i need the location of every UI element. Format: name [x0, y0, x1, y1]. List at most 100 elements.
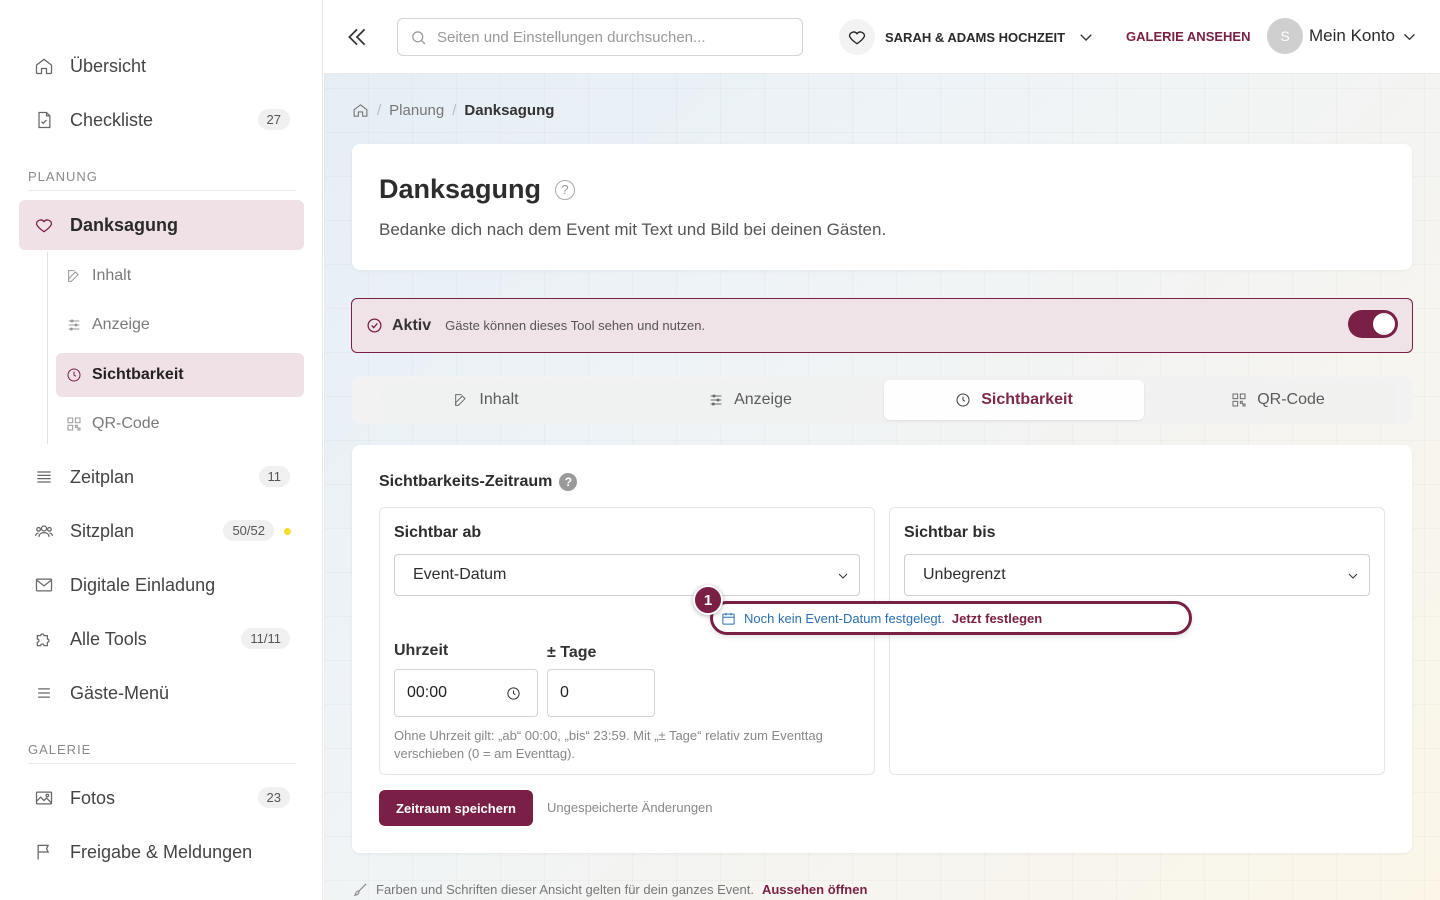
section-label-planning: PLANUNG — [28, 169, 296, 191]
avatar: S — [1267, 18, 1303, 54]
set-event-date-link[interactable]: Jetzt festlegen — [952, 611, 1042, 626]
collapse-sidebar-icon[interactable] — [344, 24, 370, 50]
sidebar-item-label: Sitzplan — [70, 520, 135, 541]
sidebar-item-checklist[interactable]: Checkliste 27 — [19, 95, 304, 145]
tab-anzeige[interactable]: Anzeige — [620, 380, 880, 420]
sidebar-item-digitale-einladung[interactable]: Digitale Einladung — [19, 560, 304, 610]
breadcrumb-parent[interactable]: Planung — [389, 102, 444, 119]
sliders-icon — [710, 394, 722, 406]
visibility-title-row: Sichtbarkeits-Zeitraum ? — [379, 473, 578, 491]
sidebar-subitem-sichtbarkeit[interactable]: Sichtbarkeit — [56, 353, 304, 397]
count-badge: 50/52 — [223, 520, 274, 541]
active-toggle[interactable] — [1348, 310, 1398, 338]
sidebar-subitem-anzeige[interactable]: Anzeige — [56, 303, 304, 347]
count-badge: 27 — [257, 109, 290, 130]
visible-from-select[interactable]: Event-Datum — [394, 554, 860, 596]
search-icon — [412, 30, 426, 44]
page-title-row: Danksagung ? — [379, 174, 576, 205]
tab-qr-code[interactable]: QR-Code — [1148, 380, 1408, 420]
section-label-gallery: GALERIE — [28, 742, 296, 764]
sidebar-item-freigabe[interactable]: Freigabe & Meldungen — [19, 827, 304, 877]
account-menu[interactable]: S Mein Konto — [1267, 18, 1418, 54]
home-icon[interactable] — [352, 102, 369, 119]
sidebar-item-overview[interactable]: Übersicht — [19, 41, 304, 91]
view-gallery-link[interactable]: GALERIE ANSEHEN — [1126, 29, 1250, 44]
time-label: Uhrzeit — [394, 642, 449, 659]
brush-icon — [353, 883, 367, 896]
sidebar-item-danksagung[interactable]: Danksagung — [19, 200, 304, 250]
clock-icon — [67, 368, 81, 382]
sidebar-subitem-inhalt[interactable]: Inhalt — [56, 254, 304, 298]
home-icon — [33, 55, 55, 77]
help-icon[interactable]: ? — [555, 179, 576, 200]
time-hint: Ohne Uhrzeit gilt: „ab“ 00:00, „bis“ 23:… — [394, 728, 823, 761]
help-icon[interactable]: ? — [559, 473, 578, 491]
edit-icon — [68, 270, 79, 282]
sidebar-item-label: Digitale Einladung — [70, 574, 216, 595]
breadcrumb-current: Danksagung — [464, 102, 555, 119]
time-input[interactable]: 00:00 — [394, 669, 538, 717]
main-area: SARAH & ADAMS HOCHZEIT GALERIE ANSEHEN S… — [324, 0, 1440, 900]
heart-icon — [33, 214, 55, 236]
unsaved-changes-label: Ungespeicherte Änderungen — [547, 800, 713, 815]
search-box[interactable] — [397, 18, 803, 56]
footer-text: Farben und Schriften dieser Ansicht gelt… — [376, 882, 754, 897]
visible-from-panel: Sichtbar ab Event-Datum Uhrzeit ± Tage 0… — [379, 507, 875, 775]
notice-message: Noch kein Event-Datum festgelegt. — [744, 610, 945, 626]
visible-until-panel: Sichtbar bis Unbegrenzt — [889, 507, 1385, 775]
sidebar-subitem-qr-code[interactable]: QR-Code — [56, 402, 304, 446]
edit-icon — [455, 394, 467, 406]
days-value: 0 — [560, 684, 569, 701]
sidebar-item-label: Danksagung — [70, 214, 179, 235]
no-event-date-notice: Noch kein Event-Datum festgelegt. Jetzt … — [710, 601, 1192, 635]
clock-icon — [956, 393, 970, 407]
visible-until-select[interactable]: Unbegrenzt — [904, 554, 1370, 596]
event-selector[interactable]: SARAH & ADAMS HOCHZEIT — [839, 18, 1095, 56]
check-circle-icon — [367, 318, 382, 333]
sidebar-item-label: Freigabe & Meldungen — [70, 841, 253, 862]
days-label: ± Tage — [547, 644, 597, 661]
sidebar-item-zeitplan[interactable]: Zeitplan 11 — [19, 452, 304, 502]
time-value: 00:00 — [407, 684, 448, 701]
chevron-down-icon — [838, 573, 848, 579]
tab-sichtbarkeit[interactable]: Sichtbarkeit — [884, 380, 1144, 420]
save-period-button[interactable]: Zeitraum speichern — [379, 790, 533, 826]
visible-from-value: Event-Datum — [413, 566, 507, 583]
count-badge: 11 — [258, 466, 290, 487]
header-card: Danksagung ? Bedanke dich nach dem Event… — [352, 144, 1412, 270]
sidebar-item-label: Fotos — [70, 787, 116, 808]
count-badge: 23 — [257, 787, 290, 808]
users-icon — [33, 520, 55, 542]
footer-note: Farben und Schriften dieser Ansicht gelt… — [352, 881, 867, 898]
sidebar-subitem-label: Inhalt — [92, 267, 132, 284]
status-dot — [284, 528, 291, 535]
visible-from-title: Sichtbar ab — [394, 524, 482, 541]
tab-label: QR-Code — [1257, 391, 1325, 408]
open-appearance-link[interactable]: Aussehen öffnen — [762, 882, 867, 897]
status-label: Aktiv — [392, 316, 432, 334]
clock-icon[interactable] — [506, 686, 521, 701]
breadcrumb-separator: / — [377, 102, 382, 119]
tab-inhalt[interactable]: Inhalt — [356, 380, 616, 420]
sidebar-item-label: Gäste-Menü — [70, 682, 170, 703]
sidebar: Übersicht Checkliste 27 PLANUNG Danksagu… — [0, 0, 323, 900]
search-input[interactable] — [437, 28, 777, 46]
sidebar-item-sitzplan[interactable]: Sitzplan 50/52 — [19, 506, 304, 556]
sidebar-subitem-label: QR-Code — [92, 415, 160, 432]
checklist-icon — [33, 109, 55, 131]
days-input[interactable]: 0 — [547, 669, 655, 717]
sidebar-item-gaeste-menue[interactable]: Gäste-Menü — [19, 668, 304, 718]
image-icon — [33, 787, 55, 809]
active-status-bar: Aktiv Gäste können dieses Tool sehen und… — [351, 298, 1413, 353]
sidebar-subitem-label: Sichtbarkeit — [92, 366, 184, 383]
visibility-card: Sichtbarkeits-Zeitraum ? Sichtbar ab Eve… — [352, 445, 1412, 853]
tab-bar: Inhalt Anzeige Sichtbarkeit QR-Code — [352, 376, 1412, 424]
sidebar-item-alle-tools[interactable]: Alle Tools 11/11 — [19, 614, 304, 664]
sidebar-item-fotos[interactable]: Fotos 23 — [19, 773, 304, 823]
sliders-icon — [68, 319, 80, 331]
flag-icon — [33, 841, 55, 863]
event-name: SARAH & ADAMS HOCHZEIT — [885, 29, 1066, 45]
chevron-down-icon — [1404, 33, 1415, 40]
account-label: Mein Konto — [1309, 26, 1395, 45]
qr-code-icon — [67, 417, 81, 431]
